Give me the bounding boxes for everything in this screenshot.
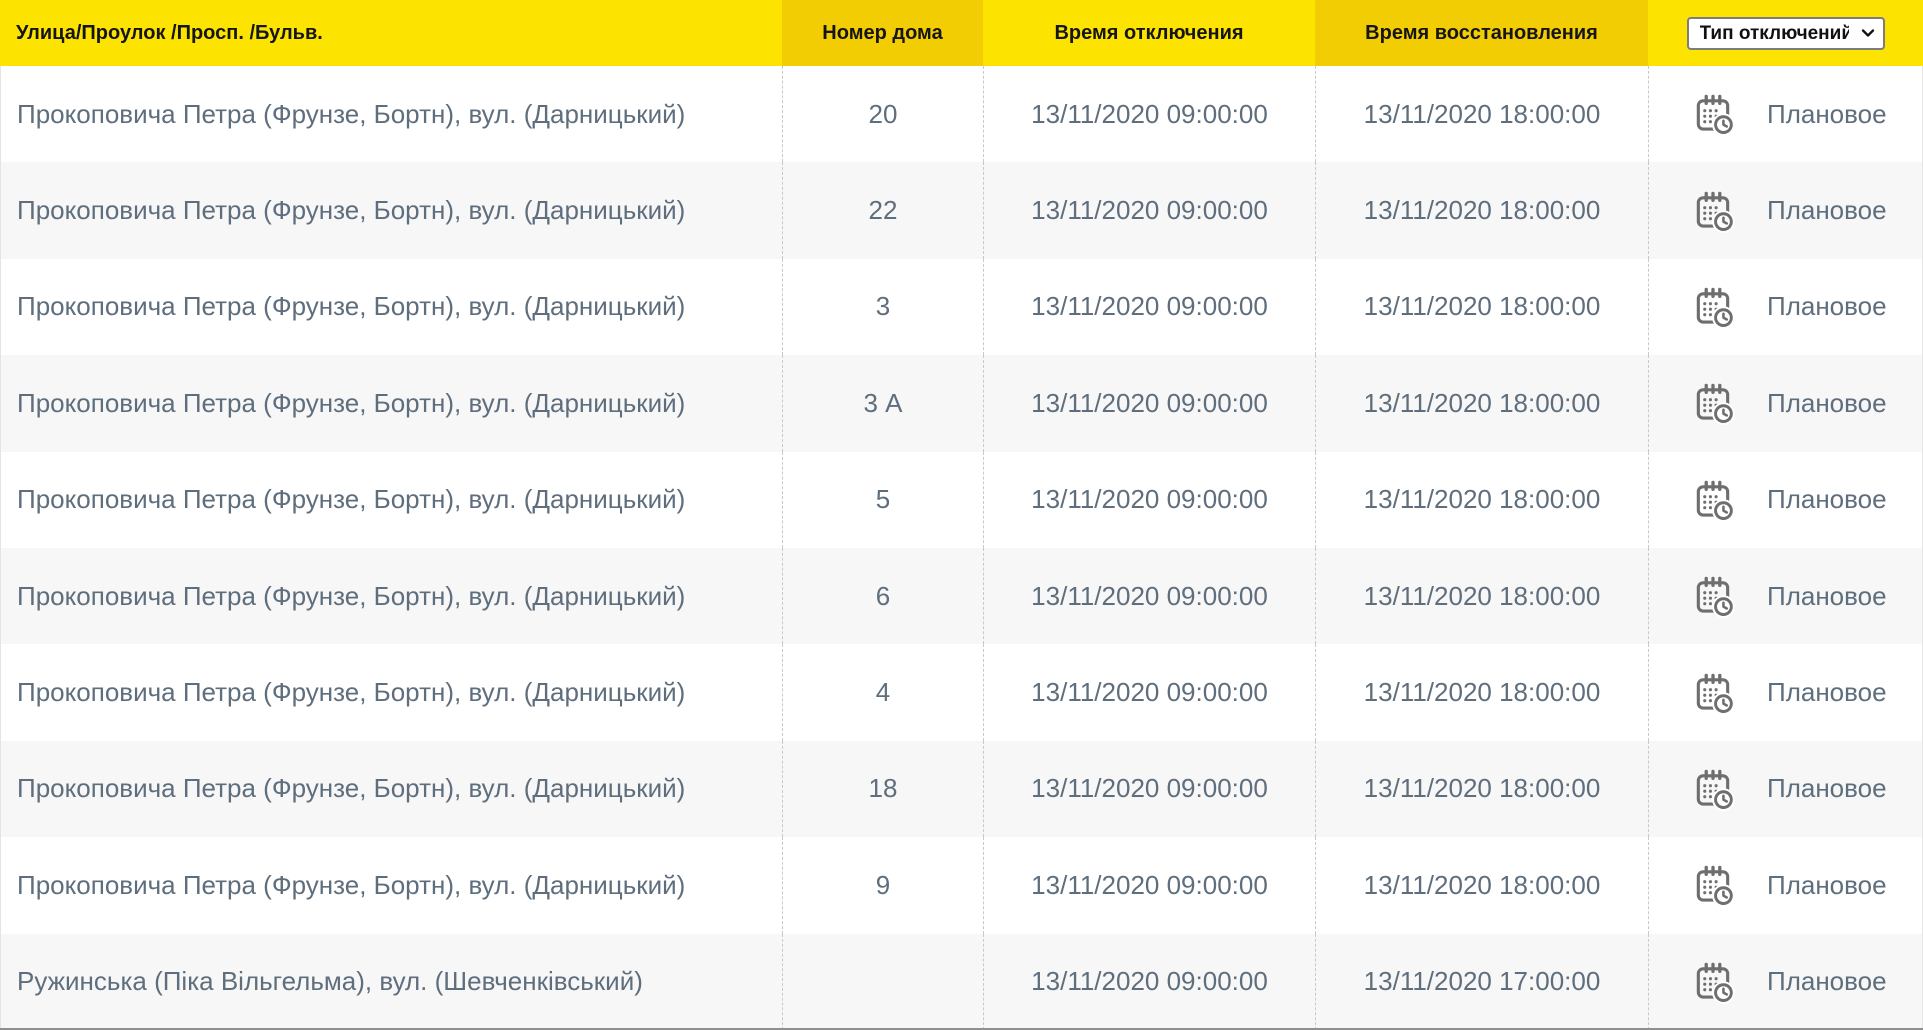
street-cell: Прокоповича Петра (Фрунзе, Бортн), вул. … (17, 773, 686, 804)
outage-time-cell: 13/11/2020 09:00:00 (983, 66, 1315, 163)
outage-type-label: Плановое (1767, 677, 1887, 708)
table-body: Прокоповича Петра (Фрунзе, Бортн), вул. … (0, 66, 1923, 1030)
house-number-cell: 5 (782, 451, 983, 548)
calendar-clock-icon (1696, 287, 1735, 329)
house-number-cell: 3 А (782, 355, 983, 452)
calendar-clock-icon (1696, 576, 1735, 619)
outage-type-label: Плановое (1767, 98, 1887, 129)
outage-type-cell: Плановое (1648, 355, 1922, 452)
street-cell: Прокоповича Петра (Фрунзе, Бортн), вул. … (17, 387, 686, 418)
calendar-clock-icon (1696, 191, 1735, 233)
outage-time-cell: 13/11/2020 09:00:00 (983, 933, 1315, 1030)
outage-time-cell: 13/11/2020 09:00:00 (983, 451, 1315, 548)
header-cell-restore-time: Время восстановления (1315, 0, 1648, 66)
outage-type-cell: Плановое (1648, 837, 1922, 934)
outage-time-cell: 13/11/2020 09:00:00 (983, 837, 1315, 934)
outage-type-label: Плановое (1767, 387, 1887, 418)
street-cell: Прокоповича Петра (Фрунзе, Бортн), вул. … (17, 869, 686, 900)
restore-time-cell: 13/11/2020 17:00:00 (1315, 933, 1648, 1030)
header-cell-house-number: Номер дома (782, 0, 983, 66)
restore-time-cell: 13/11/2020 18:00:00 (1315, 258, 1648, 356)
house-number-cell: 3 (782, 258, 983, 356)
restore-time-cell: 13/11/2020 18:00:00 (1315, 355, 1648, 452)
restore-time-cell: 13/11/2020 18:00:00 (1315, 162, 1648, 259)
calendar-clock-icon (1696, 384, 1735, 426)
house-number-cell: 20 (782, 66, 983, 163)
street-cell: Прокоповича Петра (Фрунзе, Бортн), вул. … (17, 195, 686, 226)
restore-time-cell: 13/11/2020 18:00:00 (1315, 740, 1648, 838)
outage-type-label: Плановое (1767, 291, 1887, 322)
calendar-clock-icon (1696, 962, 1735, 1004)
outage-schedule-table: Улица/Проулок /Просп. /Бульв. Номер дома… (0, 0, 1923, 1030)
calendar-clock-icon (1696, 673, 1735, 715)
table-row: Прокоповича Петра (Фрунзе, Бортн), вул. … (1, 258, 1922, 356)
outage-time-cell: 13/11/2020 09:00:00 (983, 258, 1315, 356)
table-row: Прокоповича Петра (Фрунзе, Бортн), вул. … (1, 837, 1922, 934)
restore-time-cell: 13/11/2020 18:00:00 (1315, 66, 1648, 163)
house-number-cell: 22 (782, 162, 983, 259)
restore-time-cell: 13/11/2020 18:00:00 (1315, 451, 1648, 548)
header-cell-street: Улица/Проулок /Просп. /Бульв. (0, 0, 782, 66)
table-row: Прокоповича Петра (Фрунзе, Бортн), вул. … (1, 644, 1922, 741)
table-row: Ружинська (Піка Вільгельма), вул. (Шевче… (1, 933, 1922, 1030)
outage-time-cell: 13/11/2020 09:00:00 (983, 355, 1315, 452)
outage-time-cell: 13/11/2020 09:00:00 (983, 644, 1315, 741)
street-cell: Ружинська (Піка Вільгельма), вул. (Шевче… (17, 966, 643, 997)
header-cell-outage-time: Время отключения (983, 0, 1315, 66)
table-row: Прокоповича Петра (Фрунзе, Бортн), вул. … (1, 355, 1922, 452)
calendar-clock-icon (1696, 866, 1735, 908)
table-row: Прокоповича Петра (Фрунзе, Бортн), вул. … (1, 547, 1922, 645)
table-row: Прокоповича Петра (Фрунзе, Бортн), вул. … (1, 451, 1922, 548)
outage-time-cell: 13/11/2020 09:00:00 (983, 740, 1315, 838)
outage-time-cell: 13/11/2020 09:00:00 (983, 162, 1315, 259)
house-number-cell: 18 (782, 740, 983, 838)
house-number-cell: 6 (782, 547, 983, 645)
outage-type-label: Плановое (1767, 869, 1887, 900)
street-cell: Прокоповича Петра (Фрунзе, Бортн), вул. … (17, 484, 686, 515)
outage-type-label: Плановое (1767, 484, 1887, 515)
outage-type-cell: Плановое (1648, 66, 1922, 163)
table-row: Прокоповича Петра (Фрунзе, Бортн), вул. … (1, 66, 1922, 163)
calendar-clock-icon (1696, 769, 1735, 811)
table-row: Прокоповича Петра (Фрунзе, Бортн), вул. … (1, 162, 1922, 259)
header-cell-outage-type: Тип отключений (1648, 0, 1923, 66)
street-cell: Прокоповича Петра (Фрунзе, Бортн), вул. … (17, 677, 686, 708)
outage-type-label: Плановое (1767, 195, 1887, 226)
outage-type-cell: Плановое (1648, 740, 1922, 838)
street-cell: Прокоповича Петра (Фрунзе, Бортн), вул. … (17, 580, 686, 611)
restore-time-cell: 13/11/2020 18:00:00 (1315, 547, 1648, 645)
calendar-clock-icon (1696, 94, 1735, 137)
outage-type-cell: Плановое (1648, 162, 1922, 259)
outage-type-cell: Плановое (1648, 547, 1922, 645)
house-number-cell (782, 933, 983, 1030)
street-cell: Прокоповича Петра (Фрунзе, Бортн), вул. … (17, 98, 686, 129)
outage-type-label: Плановое (1767, 580, 1887, 611)
outage-type-select[interactable]: Тип отключений (1686, 16, 1885, 50)
street-cell: Прокоповича Петра (Фрунзе, Бортн), вул. … (17, 291, 686, 322)
outage-type-label: Плановое (1767, 966, 1887, 997)
table-header: Улица/Проулок /Просп. /Бульв. Номер дома… (0, 0, 1923, 66)
outage-type-cell: Плановое (1648, 258, 1922, 356)
house-number-cell: 9 (782, 837, 983, 934)
house-number-cell: 4 (782, 644, 983, 741)
outage-type-cell: Плановое (1648, 644, 1922, 741)
outage-type-cell: Плановое (1648, 451, 1922, 548)
outage-time-cell: 13/11/2020 09:00:00 (983, 547, 1315, 645)
restore-time-cell: 13/11/2020 18:00:00 (1315, 837, 1648, 934)
table-row: Прокоповича Петра (Фрунзе, Бортн), вул. … (1, 740, 1922, 838)
calendar-clock-icon (1696, 480, 1735, 522)
restore-time-cell: 13/11/2020 18:00:00 (1315, 644, 1648, 741)
outage-type-label: Плановое (1767, 773, 1887, 804)
outage-type-cell: Плановое (1648, 933, 1922, 1030)
